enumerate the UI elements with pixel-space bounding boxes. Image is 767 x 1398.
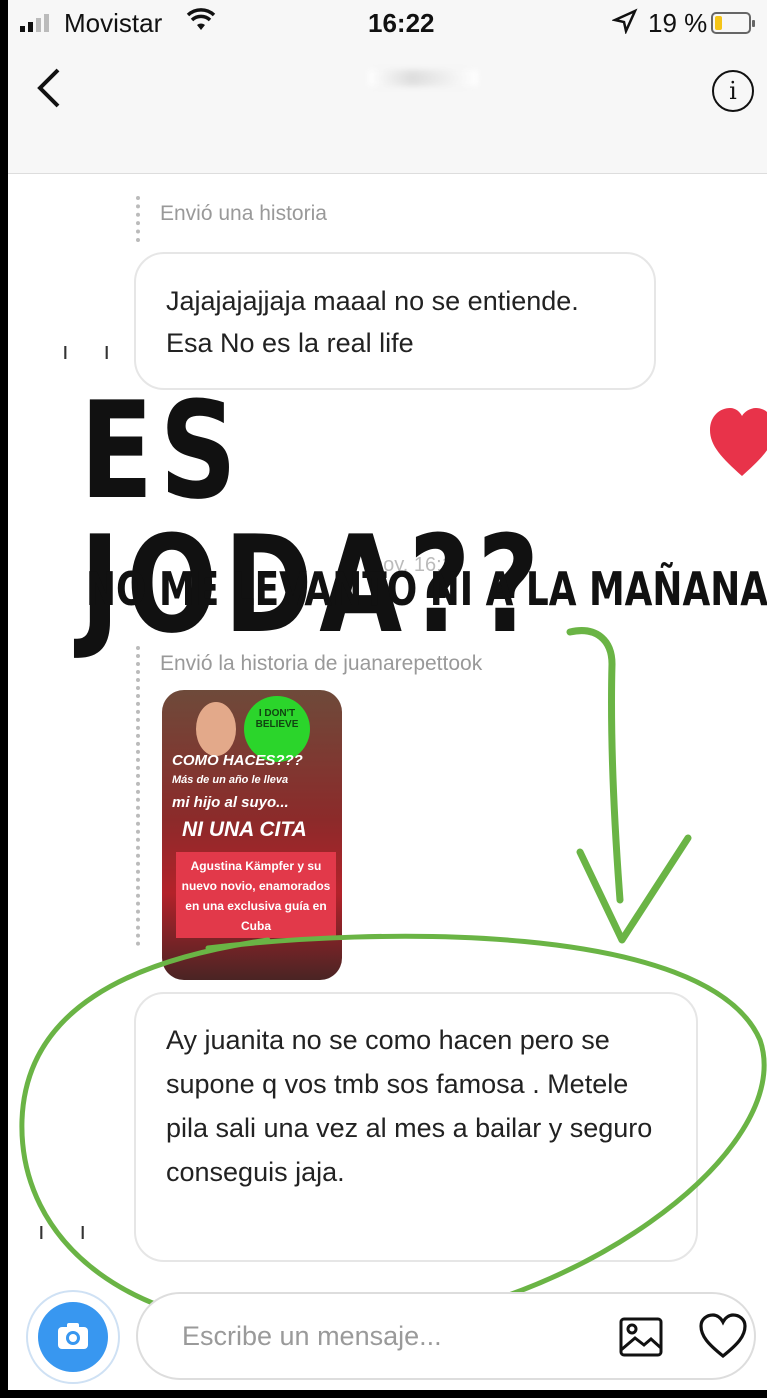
story-reply-meta: Envió una historia <box>160 202 327 225</box>
story-text: NI UNA CITA <box>182 818 307 841</box>
thread-indicator <box>136 196 140 242</box>
signal-icon <box>20 14 49 32</box>
info-icon: i <box>729 77 737 105</box>
message-bubble[interactable]: Ay juanita no se como hacen pero se supo… <box>134 992 698 1262</box>
message-input[interactable] <box>182 1316 562 1356</box>
wifi-icon <box>186 8 216 39</box>
back-button[interactable] <box>34 66 62 110</box>
message-bubble[interactable]: Jajajajajjaja maaal no se entiende. Esa … <box>134 252 656 390</box>
info-button[interactable]: i <box>712 70 754 112</box>
gallery-icon[interactable] <box>618 1314 664 1360</box>
avatar[interactable]: ı ı <box>38 1218 100 1246</box>
chat-header: i <box>8 46 767 174</box>
camera-button[interactable] <box>26 1290 120 1384</box>
username-redacted[interactable] <box>368 70 478 86</box>
avatar[interactable]: ı ı <box>62 338 124 366</box>
story-text: Más de un año le lleva <box>172 774 289 786</box>
shared-story-card[interactable]: I DON'T BELIEVE COMO HACES??? Más de un … <box>162 690 342 980</box>
story-caption: Agustina Kämpfer y su nuevo novio, enamo… <box>176 852 336 938</box>
battery-icon <box>711 12 755 34</box>
annotation-arrowhead <box>576 834 692 944</box>
instagram-dm-screen: Movistar 16:22 19 % i Envió una historia… <box>8 0 767 1390</box>
chevron-left-icon <box>37 68 60 108</box>
thread-indicator <box>136 646 140 946</box>
overlay-subline: NO ME LEVANTO NI A LA MAÑANA <box>86 562 767 616</box>
message-text: Ay juanita no se como hacen pero se supo… <box>166 1025 653 1187</box>
annotation-arrow <box>566 627 624 904</box>
clock: 16:22 <box>368 8 435 38</box>
message-text: Jajajajajjaja maaal no se entiende. Esa … <box>166 286 579 358</box>
heart-sticker-icon <box>710 408 767 476</box>
story-text: COMO HACES??? <box>172 752 303 769</box>
status-bar: Movistar 16:22 19 % <box>8 0 767 46</box>
carrier-name: Movistar <box>64 8 163 38</box>
story-photo <box>196 702 236 756</box>
message-composer <box>136 1292 756 1380</box>
camera-icon <box>58 1323 88 1349</box>
story-text: mi hijo al suyo... <box>172 794 289 811</box>
location-arrow-icon <box>611 8 638 41</box>
battery-percent: 19 % <box>648 8 708 38</box>
like-heart-icon[interactable] <box>698 1312 748 1360</box>
